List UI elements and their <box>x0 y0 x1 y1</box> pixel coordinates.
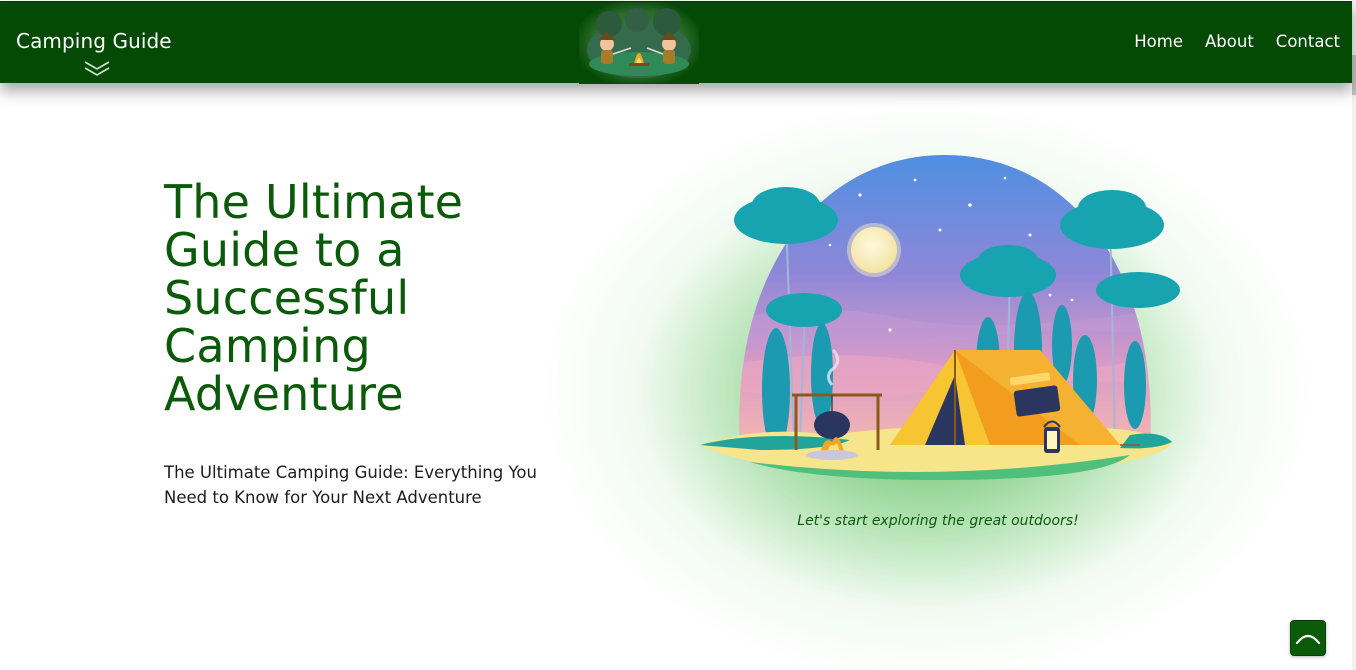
nav-home-link[interactable]: Home <box>1134 32 1183 51</box>
scrollbar-thumb[interactable] <box>1352 55 1356 95</box>
nav-about-link[interactable]: About <box>1205 32 1254 51</box>
nav-links: Home About Contact <box>1134 32 1340 51</box>
nav-contact-link[interactable]: Contact <box>1276 32 1340 51</box>
campfire-logo-icon[interactable] <box>579 2 699 84</box>
brand-title[interactable]: Camping Guide <box>16 29 172 53</box>
vertical-scrollbar[interactable] <box>1352 0 1356 670</box>
chevron-double-down-icon[interactable] <box>84 60 110 78</box>
page: Camping Guide Home About Contact The Ult… <box>0 0 1356 670</box>
top-navbar: Camping Guide Home About Contact <box>0 1 1352 84</box>
chevron-up-icon <box>1295 634 1321 645</box>
hero-title: The Ultimate Guide to a Successful Campi… <box>164 175 464 421</box>
hero-subtitle: The Ultimate Camping Guide: Everything Y… <box>164 463 537 507</box>
back-to-top-button[interactable] <box>1290 620 1326 656</box>
camping-illustration <box>700 155 1180 480</box>
hero-caption: Let's start exploring the great outdoors… <box>797 513 1079 529</box>
